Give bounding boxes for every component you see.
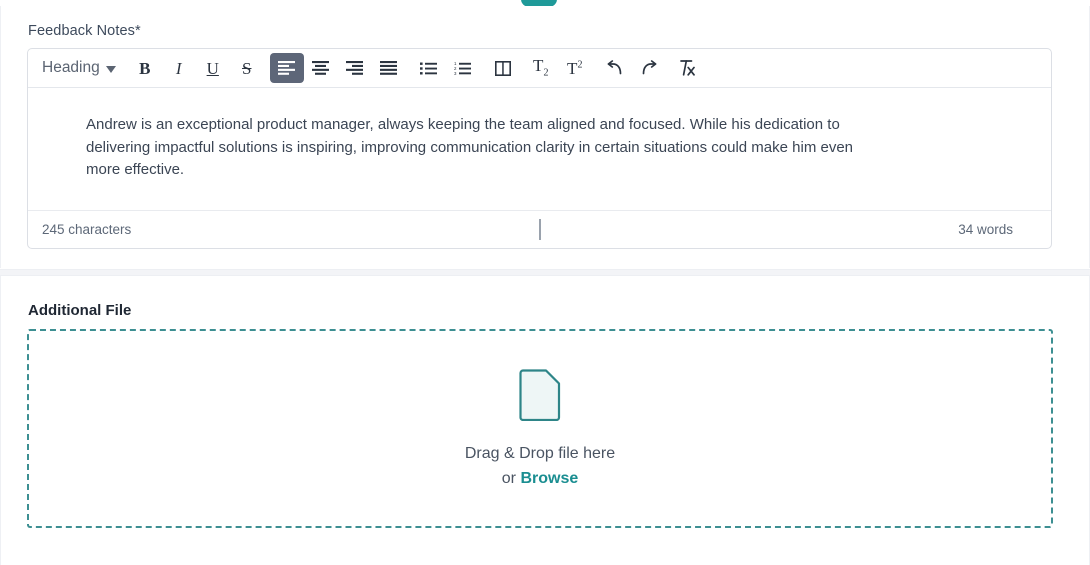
- word-count: 34 words: [958, 222, 1013, 237]
- browse-line: or Browse: [502, 467, 578, 491]
- rich-text-editor[interactable]: Heading B I U S 1 2 3 T2 T2 Andrew is an…: [27, 48, 1052, 249]
- bulleted-list-button[interactable]: [412, 53, 446, 83]
- italic-button[interactable]: I: [162, 53, 196, 83]
- superscript-icon: T2: [567, 58, 583, 78]
- clear-formatting-button[interactable]: [670, 53, 704, 83]
- feedback-text[interactable]: Andrew is an exceptional product manager…: [86, 114, 881, 182]
- underline-icon: U: [206, 58, 219, 78]
- strikethrough-button[interactable]: S: [230, 53, 264, 83]
- subscript-button[interactable]: T2: [524, 53, 558, 83]
- bold-icon: B: [139, 58, 151, 78]
- redo-button[interactable]: [632, 53, 666, 83]
- align-center-icon: [312, 61, 330, 75]
- document-file-icon: [518, 367, 562, 426]
- columns-button[interactable]: [486, 53, 520, 83]
- align-justify-icon: [380, 61, 398, 75]
- align-justify-button[interactable]: [372, 53, 406, 83]
- align-right-button[interactable]: [338, 53, 372, 83]
- feedback-notes-card: Feedback Notes* Heading B I U S 1 2 3 T2…: [0, 6, 1090, 268]
- undo-button[interactable]: [598, 53, 632, 83]
- editor-toolbar: Heading B I U S 1 2 3 T2 T2: [28, 49, 1051, 88]
- subscript-icon: T2: [533, 56, 549, 79]
- editor-resize-handle[interactable]: [538, 219, 541, 240]
- align-center-button[interactable]: [304, 53, 338, 83]
- superscript-button[interactable]: T2: [558, 53, 592, 83]
- align-left-icon: [278, 61, 296, 75]
- heading-dropdown-label: Heading: [42, 59, 100, 76]
- feedback-notes-label: Feedback Notes*: [28, 23, 141, 39]
- svg-text:3: 3: [454, 70, 457, 74]
- columns-icon: [494, 60, 511, 76]
- align-left-button[interactable]: [269, 53, 304, 83]
- drop-instruction-text: Drag & Drop file here: [464, 444, 616, 462]
- additional-file-label: Additional File: [28, 302, 132, 319]
- file-dropzone[interactable]: Drag & Drop file here or Browse: [27, 329, 1053, 528]
- numbered-list-icon: 1 2 3: [454, 62, 472, 75]
- chevron-down-icon: [105, 65, 116, 73]
- or-text: or: [501, 469, 521, 487]
- bold-button[interactable]: B: [128, 53, 162, 83]
- additional-file-card: Additional File Drag & Drop file here or…: [0, 276, 1090, 565]
- character-count: 245 characters: [42, 222, 132, 237]
- heading-style-dropdown[interactable]: Heading: [36, 53, 124, 83]
- bulleted-list-icon: [420, 62, 438, 74]
- page-root: Feedback Notes* Heading B I U S 1 2 3 T2…: [0, 0, 1090, 565]
- strikethrough-icon: S: [242, 58, 252, 78]
- browse-link[interactable]: Browse: [520, 470, 578, 487]
- align-right-icon: [346, 61, 364, 75]
- underline-button[interactable]: U: [196, 53, 230, 83]
- numbered-list-button[interactable]: 1 2 3: [446, 53, 480, 83]
- editor-content-area[interactable]: Andrew is an exceptional product manager…: [28, 88, 1051, 210]
- section-divider: [0, 269, 1090, 276]
- clear-formatting-icon: [680, 60, 696, 76]
- italic-icon: I: [175, 58, 182, 78]
- editor-status-bar: 245 characters 34 words: [28, 210, 1051, 248]
- redo-icon: [642, 60, 657, 75]
- undo-icon: [607, 60, 622, 75]
